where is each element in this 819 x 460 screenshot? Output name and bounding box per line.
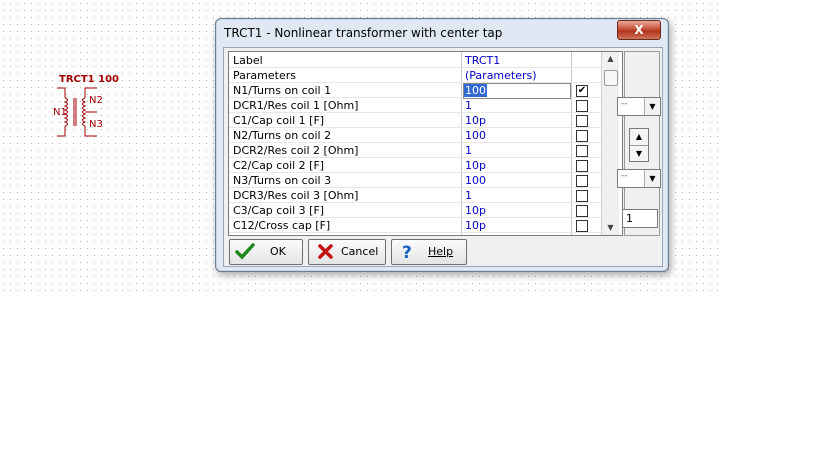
dialog-title: TRCT1 - Nonlinear transformer with cente… (224, 26, 503, 40)
help-label: Help (428, 245, 454, 258)
show-parameter-checkbox[interactable] (576, 220, 588, 232)
table-row[interactable]: N2/Turns on coil 2 100 (229, 128, 601, 143)
table-row[interactable]: N1/Turns on coil 1 100 ✔ (229, 83, 601, 99)
dropdown-top-value: -- (621, 99, 628, 109)
cancel-button[interactable]: Cancel (308, 239, 386, 265)
table-row[interactable]: Parameters (Parameters) (229, 68, 601, 83)
help-button[interactable]: ? Help (391, 239, 467, 265)
part-label[interactable]: TRCT1 100 (59, 74, 119, 85)
checkmark-icon (235, 243, 255, 260)
parameter-grid: Label TRCT1 Parameters (Parameters) N1/Turns… (228, 51, 623, 236)
parameter-name: C1/Cap coil 1 [F] (233, 114, 325, 127)
show-parameter-checkbox[interactable] (576, 205, 588, 217)
parameter-name: N2/Turns on coil 2 (233, 129, 332, 142)
table-row[interactable]: DCR1/Res coil 1 [Ohm] 1 (229, 98, 601, 113)
table-row[interactable]: C3/Cap coil 3 [F] 10p (229, 203, 601, 218)
parameter-value[interactable]: 1 (465, 99, 472, 112)
parameter-value[interactable]: 1 (465, 189, 472, 202)
show-parameter-checkbox-checked[interactable]: ✔ (576, 85, 588, 97)
chevron-down-icon[interactable]: ▼ (644, 170, 660, 187)
dropdown-top[interactable]: -- ▼ (617, 97, 661, 116)
table-row[interactable]: DCR3/Res coil 3 [Ohm] 1 (229, 188, 601, 203)
table-row[interactable]: Label TRCT1 (229, 53, 601, 68)
show-parameter-checkbox[interactable] (576, 130, 588, 142)
parameter-name: DCR2/Res coil 2 [Ohm] (233, 144, 359, 157)
spin-buttons[interactable]: ▲ ▼ (629, 128, 649, 162)
parameter-name: N3/Turns on coil 3 (233, 174, 332, 187)
parameter-name: DCR3/Res coil 3 [Ohm] (233, 189, 359, 202)
parameter-value[interactable]: 1 (465, 144, 472, 157)
show-parameter-checkbox[interactable] (576, 115, 588, 127)
cancel-label: Cancel (341, 245, 379, 258)
parameter-value[interactable]: (Parameters) (465, 69, 537, 82)
parameter-name: C3/Cap coil 3 [F] (233, 204, 325, 217)
dropdown-bottom-value: -- (621, 171, 628, 181)
arrow-up-icon[interactable]: ▲ (630, 129, 648, 146)
transformer-symbol[interactable] (55, 86, 105, 138)
ok-label: OK (270, 245, 286, 258)
table-row[interactable]: N3/Turns on coil 3 100 (229, 173, 601, 188)
parameter-value[interactable]: 10p (465, 204, 486, 217)
table-row[interactable]: C2/Cap coil 2 [F] 10p (229, 158, 601, 173)
cancel-x-icon (318, 244, 333, 259)
parameter-value[interactable]: TRCT1 (465, 54, 500, 67)
parameter-value-input[interactable]: 100 (463, 83, 571, 99)
table-row[interactable]: DCR2/Res coil 2 [Ohm] 1 (229, 143, 601, 158)
selected-value-text: 100 (464, 84, 487, 97)
parameter-value[interactable]: 10p (465, 219, 486, 232)
dropdown-bottom[interactable]: -- ▼ (617, 169, 661, 188)
parameter-name: N1/Turns on coil 1 (233, 84, 332, 97)
ok-button[interactable]: OK (229, 239, 303, 265)
show-parameter-checkbox[interactable] (576, 100, 588, 112)
dialog-client: Label TRCT1 Parameters (Parameters) N1/Turns… (223, 47, 663, 267)
parameter-value[interactable]: 10p (465, 159, 486, 172)
show-parameter-checkbox[interactable] (576, 175, 588, 187)
number-field[interactable]: 1 (622, 209, 658, 228)
properties-dialog: TRCT1 - Nonlinear transformer with cente… (215, 18, 669, 272)
show-parameter-checkbox[interactable] (576, 145, 588, 157)
parameter-value[interactable]: 10p (465, 114, 486, 127)
show-parameter-checkbox[interactable] (576, 190, 588, 202)
help-question-icon: ? (402, 243, 412, 261)
scroll-down-icon[interactable]: ▼ (602, 221, 619, 235)
parameter-value[interactable]: 100 (465, 174, 486, 187)
parameter-value[interactable]: 100 (465, 129, 486, 142)
parameter-name: DCR1/Res coil 1 [Ohm] (233, 99, 359, 112)
chevron-down-icon[interactable]: ▼ (644, 98, 660, 115)
parameter-name: C12/Cross cap [F] (233, 219, 331, 232)
scroll-thumb[interactable] (604, 70, 618, 86)
arrow-down-icon[interactable]: ▼ (630, 146, 648, 162)
close-icon: X (634, 23, 644, 37)
title-bar[interactable]: TRCT1 - Nonlinear transformer with cente… (216, 19, 668, 47)
close-button[interactable]: X (617, 20, 661, 40)
show-parameter-checkbox[interactable] (576, 160, 588, 172)
number-field-value: 1 (626, 212, 633, 225)
row-divider (229, 232, 601, 233)
vertical-scrollbar[interactable]: ▲ ▼ (601, 52, 619, 235)
table-row[interactable]: C12/Cross cap [F] 10p (229, 218, 601, 233)
parameter-name: Label (233, 54, 263, 67)
scroll-up-icon[interactable]: ▲ (602, 52, 619, 66)
parameter-name: C2/Cap coil 2 [F] (233, 159, 325, 172)
svg-text:?: ? (402, 243, 412, 261)
parameter-name: Parameters (233, 69, 296, 82)
table-row[interactable]: C1/Cap coil 1 [F] 10p (229, 113, 601, 128)
